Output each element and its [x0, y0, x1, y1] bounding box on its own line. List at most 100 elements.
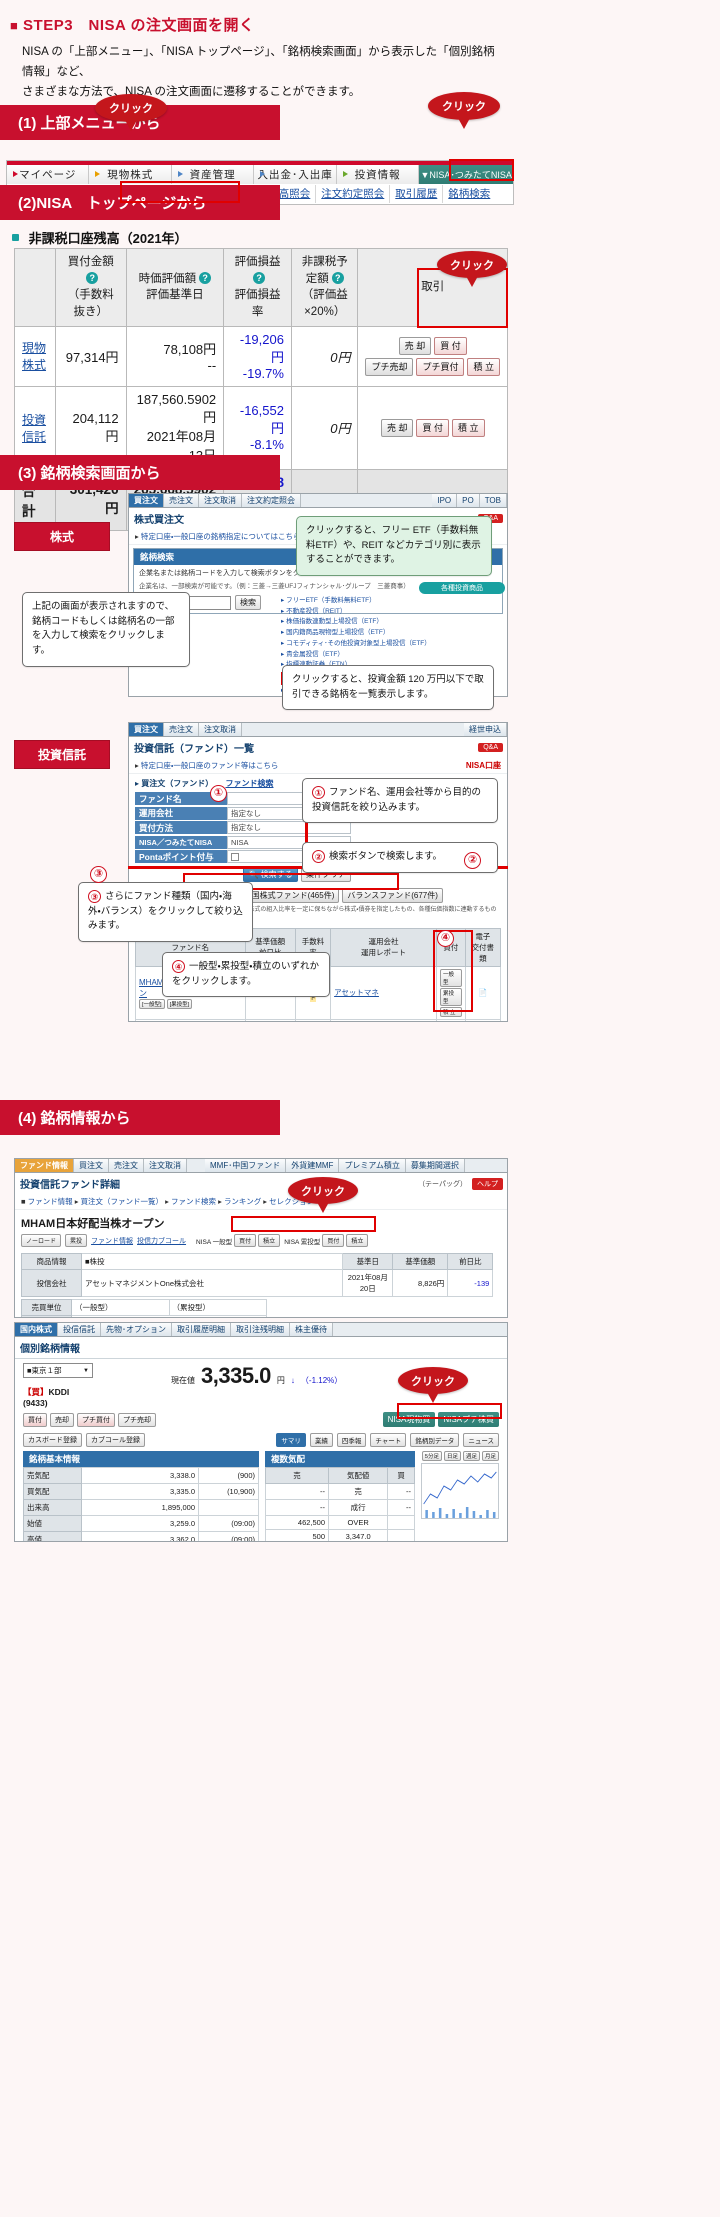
chip-fund-info-link[interactable]: ファンド情報 [91, 1236, 133, 1246]
tab-tob[interactable]: TOB [479, 494, 507, 507]
crumb-fund-info[interactable]: ファンド情報 [28, 1197, 73, 1206]
petit-buy-button[interactable]: プチ買付 [77, 1412, 115, 1427]
fund-note-link[interactable]: 特定口座・一般口座のファンド等はこちら [141, 761, 279, 770]
th-volume: 出来高 [23, 1499, 82, 1516]
crumb-fund-search[interactable]: ファンド検索 [171, 1197, 216, 1206]
subnav-item-history[interactable]: 取引履歴 [390, 185, 444, 203]
chart-tab-daily[interactable]: 日足 [443, 1451, 461, 1461]
nav-item-mypage[interactable]: マイページ [7, 165, 90, 184]
tab-mmf[interactable]: MMF･中国ファンド [205, 1159, 287, 1172]
subtab-stock-data[interactable]: 銘柄別データ [410, 1433, 460, 1447]
category-item[interactable]: ▸ フリーETF（手数料無料ETF） [281, 596, 505, 607]
tab-investment-trust[interactable]: 投信信託 [58, 1323, 101, 1336]
tab-ipo[interactable]: IPO [432, 494, 458, 507]
subtab-performance[interactable]: 業績 [309, 1433, 333, 1447]
category-item[interactable]: ▸ コモディティ･その他投資対象型上場投信（ETF） [281, 639, 505, 650]
buy-button[interactable]: 買 付 [416, 418, 449, 437]
nisa-general-reserve-button[interactable]: 積立 [258, 1234, 281, 1247]
tab-domestic-stock[interactable]: 国内株式 [15, 1323, 58, 1336]
tab-sell-order[interactable]: 売注文 [109, 1159, 144, 1172]
qa-button[interactable]: Q&A [478, 743, 503, 752]
subnav-item-stock-search[interactable]: 銘柄検索 [443, 185, 495, 203]
filter-balance[interactable]: バランスファンド(677件) [342, 888, 443, 903]
nisa-accum-reserve-button[interactable]: 積立 [346, 1234, 369, 1247]
chip-kabucall-link[interactable]: 投信力ブコール [137, 1236, 186, 1246]
tab-sell-order[interactable]: 売注文 [164, 494, 199, 507]
kasuboard-register-button[interactable]: カスボード登録 [23, 1433, 82, 1447]
nav-item-investment-info[interactable]: 投資情報 [337, 165, 420, 184]
cell-company: アセットマネ [330, 965, 438, 1020]
th-company: 運用会社 運用レポート [330, 927, 438, 967]
tab-buy-order[interactable]: 買注文 [129, 723, 164, 736]
chart-tab-monthly[interactable]: 月足 [481, 1451, 499, 1461]
crumb-ranking[interactable]: ランキング [224, 1197, 261, 1206]
search-button[interactable]: 検索 [235, 595, 261, 610]
click-bubble-label: クリック [301, 1185, 345, 1198]
category-item[interactable]: ▸ 貴金属投信（ETF） [281, 650, 505, 661]
tab-foreign-mmf[interactable]: 外貨建MMF [286, 1159, 340, 1172]
chart-svg [423, 1471, 497, 1518]
petit-buy-button[interactable]: プチ買付 [416, 357, 465, 376]
tab-cancel-order[interactable]: 注文取消 [199, 723, 242, 736]
tab-fund-info[interactable]: ファンド情報 [15, 1159, 74, 1172]
chart-tab-weekly[interactable]: 週足 [462, 1451, 480, 1461]
sell-button[interactable]: 売 却 [398, 336, 432, 355]
tab-buy-order[interactable]: 買注文 [129, 494, 164, 507]
tab-trade-history[interactable]: 取引履歴明細 [172, 1323, 231, 1336]
tab-sell-order[interactable]: 売注文 [164, 723, 199, 736]
help-icon[interactable]: ? [199, 271, 212, 284]
cell-docs-icon[interactable]: 📄 [464, 1018, 502, 1021]
basic-row: 買気配 3,335.0 (10,900) [23, 1483, 259, 1500]
crumb-buy-order[interactable]: 買注文（ファンド一覧） [81, 1197, 164, 1206]
sell-button[interactable]: 売却 [50, 1412, 74, 1427]
link-investment-trust[interactable]: 投資信託 [22, 413, 46, 444]
petit-sell-button[interactable]: プチ売却 [365, 357, 414, 376]
category-item[interactable]: ▸ 国内籍商品現物型上場投信（ETF） [281, 628, 505, 639]
fund-trade-rules-table: 売買単位 （一般型） （累投型） 約定日 申込日当日 受渡日 約定日から [21, 1299, 267, 1317]
subtab-summary[interactable]: サマリ [276, 1433, 306, 1447]
buy-button[interactable]: 買 付 [434, 336, 467, 355]
subnav-item-order-status[interactable]: 注文約定照会 [316, 185, 391, 203]
tab-po[interactable]: PO [457, 494, 480, 507]
filter-foreign[interactable]: 外国株式ファンド(465件) [238, 888, 340, 903]
tab-shareholder-benefit[interactable]: 株主優待 [290, 1323, 333, 1336]
reserve-button[interactable]: 積 立 [451, 418, 485, 437]
tab-order-status[interactable]: 注文約定照会 [242, 494, 301, 507]
link-spot-stock[interactable]: 現物株式 [22, 341, 46, 372]
cell-company: ニッセイアセット 運用レポート [330, 1018, 438, 1021]
help-icon[interactable]: ? [86, 271, 99, 284]
tab-application[interactable]: 経世申込 [464, 723, 507, 736]
nisa-accum-buy-button[interactable]: 買付 [322, 1234, 345, 1247]
subtab-chart[interactable]: チャート [370, 1433, 407, 1447]
td-open-time: (09:00) [198, 1515, 259, 1532]
tab-open-orders[interactable]: 取引注残明細 [231, 1323, 290, 1336]
tab-cancel-order[interactable]: 注文取消 [199, 494, 242, 507]
subtab-shikiho[interactable]: 四季報 [336, 1433, 367, 1447]
ponta-checkbox[interactable] [231, 852, 239, 861]
tab-premium[interactable]: プレミアム積立 [339, 1159, 406, 1172]
market-select[interactable]: ■東京１部 ▼ [23, 1363, 93, 1378]
fund-info-table: 商品情報 ■株投 基準日 基準価額 前日比 投信会社 アセットマネジメントOne… [21, 1253, 494, 1297]
tab-futures-options[interactable]: 先物･オプション [101, 1323, 172, 1336]
help-icon[interactable]: ? [253, 271, 266, 284]
help-icon[interactable]: ? [331, 271, 344, 284]
category-item[interactable]: ▸ 株価指数連動型上場投信（ETF） [281, 617, 505, 628]
category-item[interactable]: ▸ 不動産投信（REIT） [281, 607, 505, 618]
fund-search-link[interactable]: ファンド検索 [225, 779, 273, 788]
petit-sell-button[interactable]: プチ売却 [118, 1412, 156, 1427]
reserve-button[interactable]: 積 立 [467, 357, 500, 376]
help-button[interactable]: ヘルプ [472, 1177, 503, 1190]
nisa-general-buy-button[interactable]: 買付 [234, 1234, 257, 1247]
sell-button[interactable]: 売 却 [380, 418, 414, 437]
company-link[interactable]: アセットマネ [334, 988, 379, 997]
chart-tab-5min[interactable]: 5分足 [421, 1451, 442, 1461]
callout-fund-1: ① ファンド名、運用会社等から目的の投資信託を絞り込みます。 [302, 778, 498, 824]
nav-item-deposit-withdraw[interactable]: 入出金･入出庫 [254, 165, 337, 184]
tab-cancel-order[interactable]: 注文取消 [144, 1159, 187, 1172]
subtab-news[interactable]: ニュース [463, 1433, 499, 1447]
kabucall-register-button[interactable]: カブコール登録 [86, 1433, 145, 1447]
buy-button[interactable]: 買付 [23, 1412, 47, 1427]
stock-note-link[interactable]: 特定口座・一般口座の銘柄指定についてはこちら [141, 532, 301, 541]
tab-offering[interactable]: 募集期間選択 [405, 1159, 465, 1172]
tab-buy-order[interactable]: 買注文 [74, 1159, 109, 1172]
